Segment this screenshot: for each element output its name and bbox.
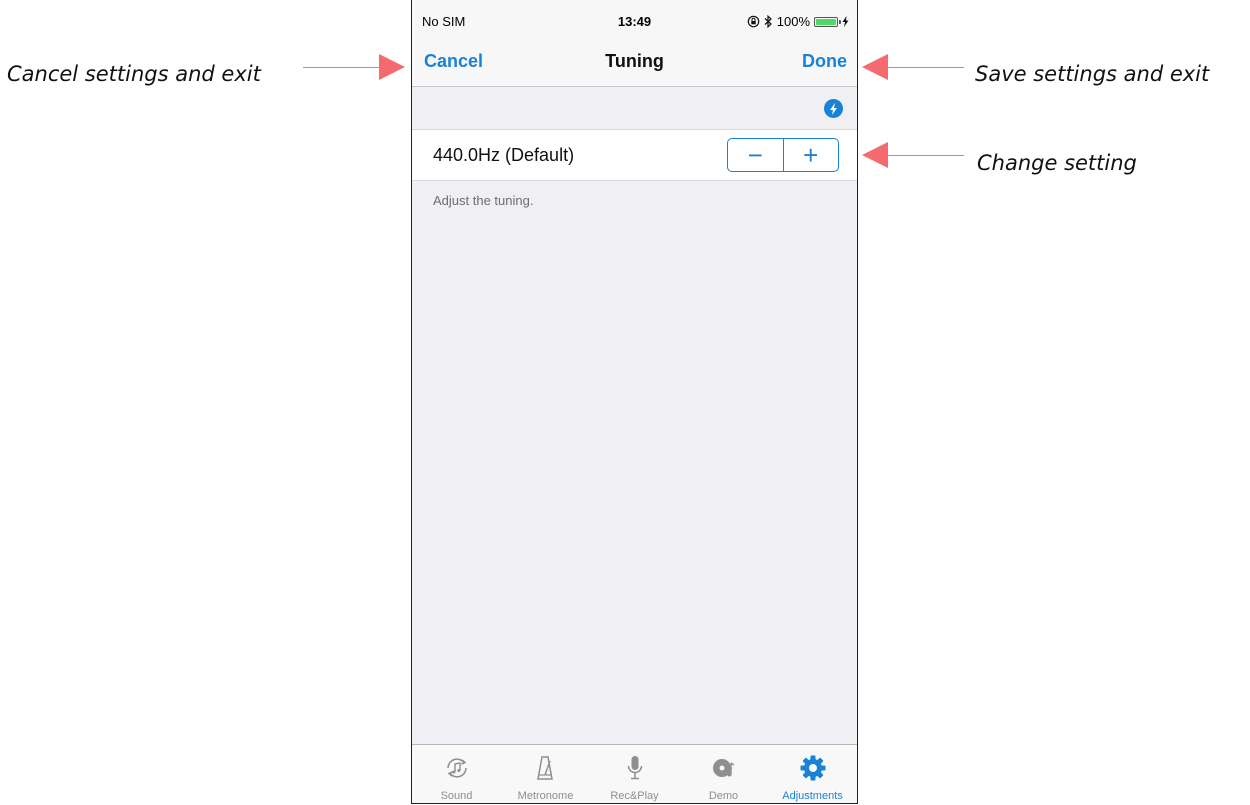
navigation-bar: Cancel Tuning Done [412, 40, 857, 87]
decrement-button[interactable]: − [728, 139, 784, 171]
bolt-badge-icon[interactable] [824, 99, 843, 118]
rotation-lock-icon [747, 15, 760, 28]
arrow-change-line [888, 155, 964, 156]
battery-percent: 100% [776, 14, 810, 29]
increment-button[interactable]: + [784, 139, 839, 171]
battery-icon [814, 16, 841, 27]
microphone-icon [627, 756, 642, 780]
bluetooth-icon [764, 15, 772, 28]
tab-label: Sound [440, 790, 473, 802]
gear-icon [800, 755, 825, 781]
tuning-value: 440.0Hz (Default) [433, 145, 575, 165]
done-button[interactable]: Done [802, 51, 847, 72]
page-title: Tuning [605, 51, 664, 71]
setting-description: Adjust the tuning. [433, 193, 534, 208]
arrow-save-head [862, 54, 888, 80]
arrow-cancel-head [379, 54, 405, 80]
charging-bolt-icon [842, 16, 849, 27]
tab-sound[interactable]: Sound [412, 745, 501, 803]
phone-screen: No SIM 13:49 100% Cancel Tuning Done 440… [411, 0, 858, 804]
status-bar: No SIM 13:49 100% [412, 0, 857, 40]
tab-bar: Sound Metronome Rec&Play Demo Adjustment… [412, 744, 857, 803]
annotation-cancel: Cancel settings and exit [7, 62, 261, 86]
tab-metronome[interactable]: Metronome [501, 745, 590, 803]
metronome-icon [536, 756, 553, 780]
annotation-change: Change setting [977, 151, 1137, 175]
annotation-save: Save settings and exit [975, 62, 1210, 86]
tab-label: Metronome [517, 790, 574, 802]
tab-rec-play[interactable]: Rec&Play [590, 745, 679, 803]
arrow-change-head [862, 142, 888, 168]
arrow-cancel-line [303, 67, 379, 68]
tab-adjustments[interactable]: Adjustments [768, 745, 857, 803]
tab-demo[interactable]: Demo [679, 745, 768, 803]
tuning-stepper: − + [727, 138, 839, 172]
tab-label: Demo [708, 790, 739, 802]
disc-icon [712, 759, 734, 777]
tuning-setting-row: 440.0Hz (Default) − + [412, 129, 857, 181]
arrow-save-line [888, 67, 964, 68]
status-icons: 100% [747, 14, 849, 29]
tab-label: Rec&Play [610, 790, 659, 802]
sound-icon [446, 758, 467, 778]
tab-label: Adjustments [782, 790, 843, 802]
